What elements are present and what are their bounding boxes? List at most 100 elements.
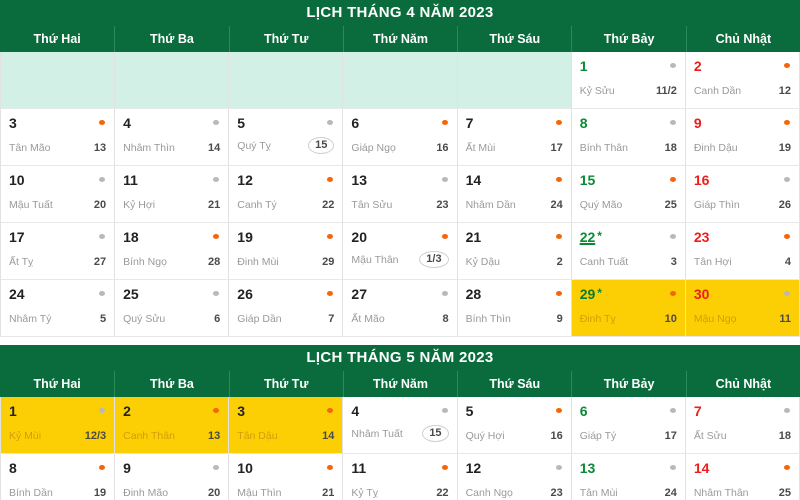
lunar-day-number: 24	[550, 199, 562, 211]
empty-cell	[343, 52, 457, 109]
day-cell[interactable]: 12Canh Tý22	[229, 166, 343, 223]
lunar-day-number: 4	[785, 256, 791, 268]
day-cell[interactable]: 3Tân Mão13	[1, 109, 115, 166]
day-cell[interactable]: 11Kỷ Tỵ22	[343, 454, 457, 500]
day-cell[interactable]: 18Bính Ngọ28	[115, 223, 229, 280]
weekday-header-7: Chủ Nhật	[686, 371, 800, 397]
inauspicious-day-dot-icon	[670, 465, 676, 470]
solar-day-number: 4	[123, 116, 131, 130]
day-cell[interactable]: 6Giáp Tý17	[572, 397, 686, 454]
solar-day-number: 9	[694, 116, 702, 130]
can-chi-label: Bính Thìn	[466, 313, 511, 325]
solar-day-number: 23	[694, 230, 710, 244]
solar-day-number: 4	[351, 404, 359, 418]
weekday-header-6: Thứ Bảy	[571, 26, 685, 52]
solar-day-number: 20	[351, 230, 367, 244]
solar-day-number: 15	[580, 173, 596, 187]
day-cell[interactable]: 8Bính Dần19	[1, 454, 115, 500]
lunar-day-number: 23	[550, 487, 562, 499]
can-chi-label: Kỷ Dậu	[466, 256, 500, 268]
day-cell[interactable]: 7Ất Sửu18	[686, 397, 800, 454]
day-cell[interactable]: 7Ất Mùi17	[458, 109, 572, 166]
lunar-info-row: Giáp Ngọ16	[351, 142, 448, 154]
lunar-day-number: 17	[550, 142, 562, 154]
day-cell[interactable]: 11Kỷ Hợi21	[115, 166, 229, 223]
solar-day-number: 12	[466, 461, 482, 475]
solar-day-number: 7	[466, 116, 474, 130]
lunar-info-row: Đinh Mùi29	[237, 256, 334, 268]
day-cell[interactable]: 14Nhâm Dần24	[458, 166, 572, 223]
lunar-day-number: 20	[208, 487, 220, 499]
day-cell[interactable]: 14Nhâm Thân25	[686, 454, 800, 500]
lunar-info-row: Tân Mùi24	[580, 487, 677, 499]
day-cell[interactable]: 2Canh Thân13	[115, 397, 229, 454]
can-chi-label: Quý Sửu	[123, 313, 165, 325]
day-cell[interactable]: 26Giáp Dần7	[229, 280, 343, 337]
lunar-day-number: 13	[208, 430, 220, 442]
auspicious-day-dot-icon	[327, 408, 333, 413]
auspicious-day-dot-icon	[556, 177, 562, 182]
day-cell[interactable]: 1Kỷ Mùi12/3	[1, 397, 115, 454]
day-cell[interactable]: 19Đinh Mùi29	[229, 223, 343, 280]
can-chi-label: Ất Sửu	[694, 430, 727, 442]
day-cell[interactable]: 20Mậu Thân1/3	[343, 223, 457, 280]
day-cell[interactable]: 12Canh Ngọ23	[458, 454, 572, 500]
lunar-day-number: 12/3	[85, 430, 106, 442]
empty-cell	[458, 52, 572, 109]
can-chi-label: Tân Mão	[9, 142, 50, 154]
day-cell[interactable]: 10Mậu Tuất20	[1, 166, 115, 223]
day-cell[interactable]: 9Đinh Mão20	[115, 454, 229, 500]
date-grid: 1Kỷ Sửu11/22Canh Dần12 3Tân Mão134Nhâm Th…	[0, 52, 800, 337]
day-cell[interactable]: 13Tân Sửu23	[343, 166, 457, 223]
day-cell[interactable]: 5Quý Tỵ15	[229, 109, 343, 166]
day-cell[interactable]: 15Quý Mão25	[572, 166, 686, 223]
solar-day-number: 24	[9, 287, 25, 301]
day-cell[interactable]: 4Nhâm Tuất15	[343, 397, 457, 454]
calendar-spacer	[0, 337, 800, 345]
lunar-day-number: 19	[779, 142, 791, 154]
auspicious-day-dot-icon	[784, 120, 790, 125]
lunar-info-row: Canh Dần12	[694, 85, 791, 97]
day-cell[interactable]: 21Kỷ Dậu2	[458, 223, 572, 280]
lunar-day-number: 10	[665, 313, 677, 325]
day-cell[interactable]: 27Ất Mão8	[343, 280, 457, 337]
day-cell[interactable]: 29*Đinh Tỵ10	[572, 280, 686, 337]
day-cell[interactable]: 8Bính Thân18	[572, 109, 686, 166]
inauspicious-day-dot-icon	[213, 465, 219, 470]
lunar-info-row: Nhâm Dần24	[466, 199, 563, 211]
solar-day-number: 8	[580, 116, 588, 130]
solar-day-number: 22	[580, 230, 596, 244]
lunar-day-number: 5	[100, 313, 106, 325]
day-cell[interactable]: 25Quý Sửu6	[115, 280, 229, 337]
can-chi-label: Ất Mão	[351, 313, 384, 325]
calendar-page: LỊCH THÁNG 4 NĂM 2023Thứ HaiThứ BaThứ Tư…	[0, 0, 800, 500]
day-cell[interactable]: 23Tân Hợi4	[686, 223, 800, 280]
auspicious-day-dot-icon	[442, 234, 448, 239]
inauspicious-day-dot-icon	[99, 234, 105, 239]
day-cell[interactable]: 16Giáp Thìn26	[686, 166, 800, 223]
day-cell[interactable]: 2Canh Dần12	[686, 52, 800, 109]
day-cell[interactable]: 17Ất Tỵ27	[1, 223, 115, 280]
inauspicious-day-dot-icon	[670, 120, 676, 125]
lunar-info-row: Tân Sửu23	[351, 199, 448, 211]
day-cell[interactable]: 4Nhâm Thìn14	[115, 109, 229, 166]
inauspicious-day-dot-icon	[327, 120, 333, 125]
weekday-header-5: Thứ Sáu	[457, 371, 571, 397]
inauspicious-day-dot-icon	[784, 408, 790, 413]
day-cell[interactable]: 1Kỷ Sửu11/2	[572, 52, 686, 109]
day-cell[interactable]: 24Nhâm Tý5	[1, 280, 115, 337]
day-cell[interactable]: 30Mậu Ngọ11	[686, 280, 800, 337]
lunar-day-number: 15	[308, 137, 334, 154]
day-cell[interactable]: 9Đinh Dậu19	[686, 109, 800, 166]
solar-day-number: 13	[580, 461, 596, 475]
day-cell[interactable]: 13 Tân Mùi24	[572, 454, 686, 500]
solar-day-number: 10	[9, 173, 25, 187]
day-cell[interactable]: 6Giáp Ngọ16	[343, 109, 457, 166]
day-cell[interactable]: 3Tân Dậu14	[229, 397, 343, 454]
day-cell[interactable]: 28Bính Thìn9	[458, 280, 572, 337]
day-cell[interactable]: 22*Canh Tuất3	[572, 223, 686, 280]
day-cell[interactable]: 5Quý Hợi16	[458, 397, 572, 454]
lunar-day-number: 14	[208, 142, 220, 154]
solar-day-number: 28	[466, 287, 482, 301]
day-cell[interactable]: 10Mậu Thìn21	[229, 454, 343, 500]
